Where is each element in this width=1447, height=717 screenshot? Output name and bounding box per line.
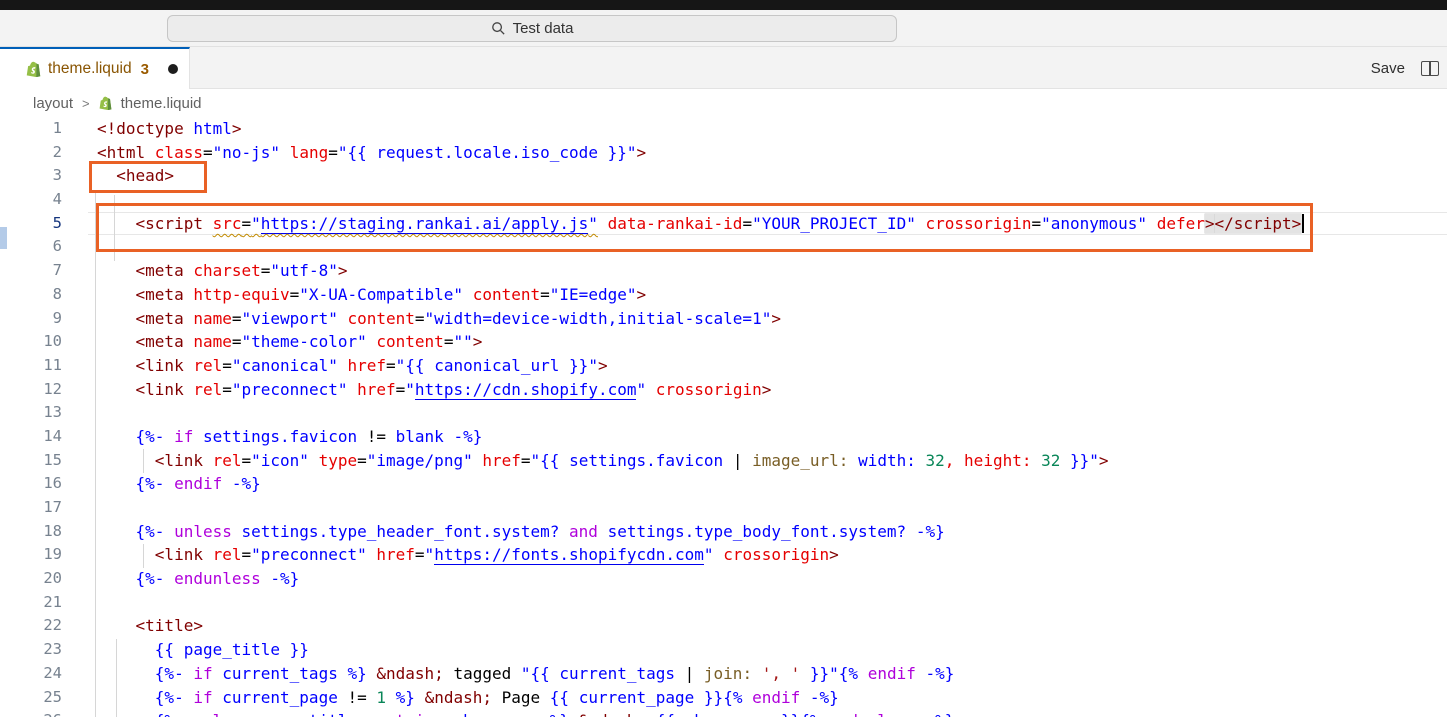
line-number[interactable]: 13 — [0, 401, 62, 425]
code-line[interactable]: <!doctype html> — [97, 117, 1304, 141]
code-line[interactable]: <html class="no-js" lang="{{ request.loc… — [97, 141, 1304, 165]
line-number[interactable]: 10 — [0, 330, 62, 354]
code-line[interactable]: {%- if current_page != 1 %} &ndash; Page… — [97, 686, 1304, 710]
code-line[interactable]: {%- unless settings.type_header_font.sys… — [97, 520, 1304, 544]
line-number[interactable]: 25 — [0, 686, 62, 710]
code-line[interactable]: <link rel="preconnect" href="https://cdn… — [97, 378, 1304, 402]
shopify-icon — [99, 96, 112, 110]
tab-theme-liquid[interactable]: theme.liquid 3 — [0, 47, 190, 89]
line-number[interactable]: 5 — [0, 212, 62, 236]
code-line[interactable]: <meta name="theme-color" content=""> — [97, 330, 1304, 354]
save-button[interactable]: Save — [1371, 60, 1405, 77]
code-line[interactable]: <head> — [97, 164, 1304, 188]
line-number[interactable]: 26 — [0, 709, 62, 717]
line-number[interactable]: 7 — [0, 259, 62, 283]
indent-guide — [95, 190, 96, 717]
annotation-box-script-tag — [96, 203, 1313, 252]
code-line[interactable]: <meta http-equiv="X-UA-Compatible" conte… — [97, 283, 1304, 307]
line-number[interactable]: 3 — [0, 164, 62, 188]
code-line[interactable]: <title> — [97, 614, 1304, 638]
code-line[interactable]: {%- if current_tags %} &ndash; tagged "{… — [97, 662, 1304, 686]
code-line[interactable]: <link rel="canonical" href="{{ canonical… — [97, 354, 1304, 378]
code-line[interactable] — [97, 496, 1304, 520]
code-line[interactable]: {%- if settings.favicon != blank -%} — [97, 425, 1304, 449]
code-line[interactable]: <meta name="viewport" content="width=dev… — [97, 307, 1304, 331]
split-editor-icon[interactable] — [1421, 61, 1439, 76]
code-line[interactable]: {%- unless page_title contains shop.name… — [97, 709, 1304, 717]
editor-actions: Save — [1371, 47, 1439, 89]
shopify-icon — [26, 61, 41, 77]
code-line[interactable]: <link rel="preconnect" href="https://fon… — [97, 543, 1304, 567]
line-number[interactable]: 17 — [0, 496, 62, 520]
breadcrumb: layout > theme.liquid — [0, 89, 1447, 117]
line-number[interactable]: 4 — [0, 188, 62, 212]
tab-problems-badge: 3 — [141, 61, 149, 78]
line-number[interactable]: 18 — [0, 520, 62, 544]
tab-file-name: theme.liquid — [48, 60, 132, 78]
window-top-edge — [0, 0, 1447, 10]
line-number[interactable]: 19 — [0, 543, 62, 567]
line-number[interactable]: 2 — [0, 141, 62, 165]
code-line[interactable]: {{ page_title }} — [97, 638, 1304, 662]
code-line[interactable]: <meta charset="utf-8"> — [97, 259, 1304, 283]
code-line[interactable]: <link rel="icon" type="image/png" href="… — [97, 449, 1304, 473]
code-line[interactable] — [97, 401, 1304, 425]
line-number[interactable]: 14 — [0, 425, 62, 449]
line-number[interactable]: 21 — [0, 591, 62, 615]
line-number[interactable]: 8 — [0, 283, 62, 307]
line-number[interactable]: 15 — [0, 449, 62, 473]
gutter-decoration — [0, 227, 7, 249]
gutter: 1234567891011121314151617181920212223242… — [0, 117, 62, 717]
search-input[interactable]: Test data — [167, 15, 897, 42]
toolbar: Test data — [0, 10, 1447, 47]
breadcrumb-file[interactable]: theme.liquid — [121, 95, 202, 112]
line-number[interactable]: 6 — [0, 235, 62, 259]
code-line[interactable] — [97, 591, 1304, 615]
tab-strip: theme.liquid 3 Save — [0, 47, 1447, 89]
line-number[interactable]: 12 — [0, 378, 62, 402]
search-label: Test data — [513, 20, 574, 37]
line-number[interactable]: 1 — [0, 117, 62, 141]
chevron-right-icon: > — [82, 96, 90, 111]
code-line[interactable]: {%- endunless -%} — [97, 567, 1304, 591]
breadcrumb-folder[interactable]: layout — [33, 95, 73, 112]
line-number[interactable]: 9 — [0, 307, 62, 331]
line-number[interactable]: 23 — [0, 638, 62, 662]
line-number[interactable]: 16 — [0, 472, 62, 496]
line-number[interactable]: 11 — [0, 354, 62, 378]
line-number[interactable]: 22 — [0, 614, 62, 638]
search-icon — [491, 21, 506, 36]
annotation-box-head-tag — [89, 161, 207, 193]
line-number[interactable]: 24 — [0, 662, 62, 686]
line-number[interactable]: 20 — [0, 567, 62, 591]
unsaved-dot-indicator[interactable] — [168, 64, 178, 74]
code-line[interactable]: {%- endif -%} — [97, 472, 1304, 496]
